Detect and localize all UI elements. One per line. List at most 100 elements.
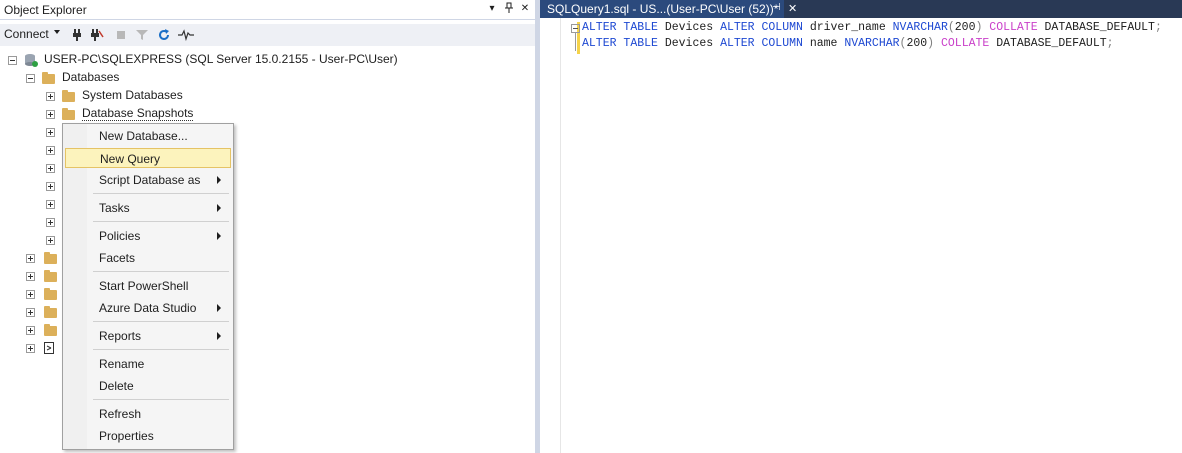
punctuation: ( xyxy=(947,21,955,34)
connect-plug-icon[interactable] xyxy=(70,28,84,42)
punctuation: ; xyxy=(1154,21,1162,34)
menu-separator xyxy=(93,271,229,272)
databases-label: Databases xyxy=(62,70,120,84)
expand-icon[interactable] xyxy=(26,344,35,353)
menu-separator xyxy=(93,349,229,350)
expand-icon[interactable] xyxy=(46,164,55,173)
expand-icon[interactable] xyxy=(46,110,55,119)
stop-icon[interactable] xyxy=(114,28,128,42)
close-tab-icon[interactable]: ✕ xyxy=(788,2,797,15)
expand-icon[interactable] xyxy=(46,128,55,137)
punctuation: ) xyxy=(975,21,983,34)
keyword: ALTER xyxy=(720,37,755,50)
filter-icon[interactable] xyxy=(135,28,149,42)
fold-guide xyxy=(575,33,576,51)
auto-hide-pin-icon[interactable] xyxy=(502,2,516,16)
query-editor: SQLQuery1.sql - US...(User-PC\User (52))… xyxy=(540,0,1182,453)
code-line: ALTER TABLE Devices ALTER COLUMN name NV… xyxy=(582,36,1162,52)
identifier: name xyxy=(809,37,838,50)
expand-icon[interactable] xyxy=(46,146,55,155)
query-tab[interactable]: SQLQuery1.sql - US...(User-PC\User (52))… xyxy=(540,0,797,18)
keyword: ALTER xyxy=(582,21,617,34)
menu-item-refresh[interactable]: Refresh xyxy=(65,404,231,424)
menu-item-label: Facets xyxy=(99,251,136,265)
identifier: DATABASE_DEFAULT xyxy=(996,37,1107,50)
activity-monitor-icon[interactable] xyxy=(178,28,194,42)
menu-separator xyxy=(93,221,229,222)
expand-icon[interactable] xyxy=(46,236,55,245)
menu-item-label: Start PowerShell xyxy=(99,279,189,293)
pin-tab-icon[interactable]: ⊣ xyxy=(772,2,781,13)
menu-item-new-database[interactable]: New Database... xyxy=(65,126,231,146)
menu-item-new-query[interactable]: New Query xyxy=(65,148,231,168)
folder-icon xyxy=(44,252,57,264)
system-databases-label: System Databases xyxy=(82,88,183,102)
menu-item-azure-data-studio[interactable]: Azure Data Studio xyxy=(65,298,231,318)
keyword: TABLE xyxy=(623,37,658,50)
menu-item-policies[interactable]: Policies xyxy=(65,226,231,246)
identifier: DATABASE_DEFAULT xyxy=(1044,21,1155,34)
collapse-icon[interactable] xyxy=(8,56,17,65)
folder-icon xyxy=(44,306,57,318)
menu-item-tasks[interactable]: Tasks xyxy=(65,198,231,218)
expand-icon[interactable] xyxy=(26,272,35,281)
xevent-profiler-icon xyxy=(44,342,54,357)
expand-icon[interactable] xyxy=(46,182,55,191)
type: NVARCHAR xyxy=(892,21,948,34)
connect-dropdown-icon[interactable] xyxy=(54,30,60,34)
menu-item-start-powershell[interactable]: Start PowerShell xyxy=(65,276,231,296)
menu-separator xyxy=(93,321,229,322)
folder-icon xyxy=(42,72,55,84)
menu-separator xyxy=(93,193,229,194)
number: 200 xyxy=(954,21,976,34)
expand-icon[interactable] xyxy=(26,290,35,299)
keyword: COLUMN xyxy=(761,37,803,50)
menu-item-label: Refresh xyxy=(99,407,142,421)
folder-icon xyxy=(62,90,75,102)
menu-item-rename[interactable]: Rename xyxy=(65,354,231,374)
identifier: Devices xyxy=(664,37,714,50)
expand-icon[interactable] xyxy=(26,326,35,335)
expand-icon[interactable] xyxy=(26,308,35,317)
context-menu: New Database... New Query Script Databas… xyxy=(62,123,234,450)
connect-button[interactable]: Connect xyxy=(4,27,49,41)
close-panel-icon[interactable]: ✕ xyxy=(518,2,532,16)
expand-icon[interactable] xyxy=(46,218,55,227)
keyword: COLLATE xyxy=(940,37,990,50)
document-tabstrip: SQLQuery1.sql - US...(User-PC\User (52))… xyxy=(540,0,1182,18)
number: 200 xyxy=(906,37,928,50)
punctuation: ) xyxy=(927,37,935,50)
collapse-icon[interactable] xyxy=(26,74,35,83)
refresh-icon[interactable] xyxy=(157,28,171,42)
window-position-dropdown-icon[interactable]: ▾ xyxy=(485,2,499,16)
type: NVARCHAR xyxy=(844,37,900,50)
punctuation: ; xyxy=(1106,37,1114,50)
menu-item-script-database-as[interactable]: Script Database as xyxy=(65,170,231,190)
menu-item-reports[interactable]: Reports xyxy=(65,326,231,346)
menu-item-label: New Query xyxy=(100,152,161,166)
collapse-region-icon[interactable] xyxy=(571,24,580,33)
folder-icon xyxy=(44,324,57,336)
object-explorer-title: Object Explorer xyxy=(4,3,87,17)
menu-item-label: Script Database as xyxy=(99,173,201,187)
expand-icon[interactable] xyxy=(46,92,55,101)
code-line: ALTER TABLE Devices ALTER COLUMN driver_… xyxy=(582,20,1162,36)
disconnect-plug-icon[interactable] xyxy=(90,28,104,42)
expand-icon[interactable] xyxy=(26,254,35,263)
folder-icon xyxy=(44,270,57,282)
menu-item-properties[interactable]: Properties xyxy=(65,426,231,446)
code-area[interactable]: ALTER TABLE Devices ALTER COLUMN driver_… xyxy=(582,20,1162,52)
expand-icon[interactable] xyxy=(46,200,55,209)
submenu-arrow-icon xyxy=(217,204,221,212)
menu-item-label: Properties xyxy=(99,429,154,443)
menu-item-label: Rename xyxy=(99,357,145,371)
submenu-arrow-icon xyxy=(217,304,221,312)
menu-item-facets[interactable]: Facets xyxy=(65,248,231,268)
database-snapshots-label: Database Snapshots xyxy=(82,106,194,121)
query-tab-title: SQLQuery1.sql - US...(User-PC\User (52))… xyxy=(547,2,779,16)
server-label: USER-PC\SQLEXPRESS (SQL Server 15.0.2155… xyxy=(44,52,398,66)
keyword: TABLE xyxy=(623,21,658,34)
menu-item-delete[interactable]: Delete xyxy=(65,376,231,396)
keyword: ALTER xyxy=(720,21,755,34)
editor-gutter xyxy=(540,18,561,453)
